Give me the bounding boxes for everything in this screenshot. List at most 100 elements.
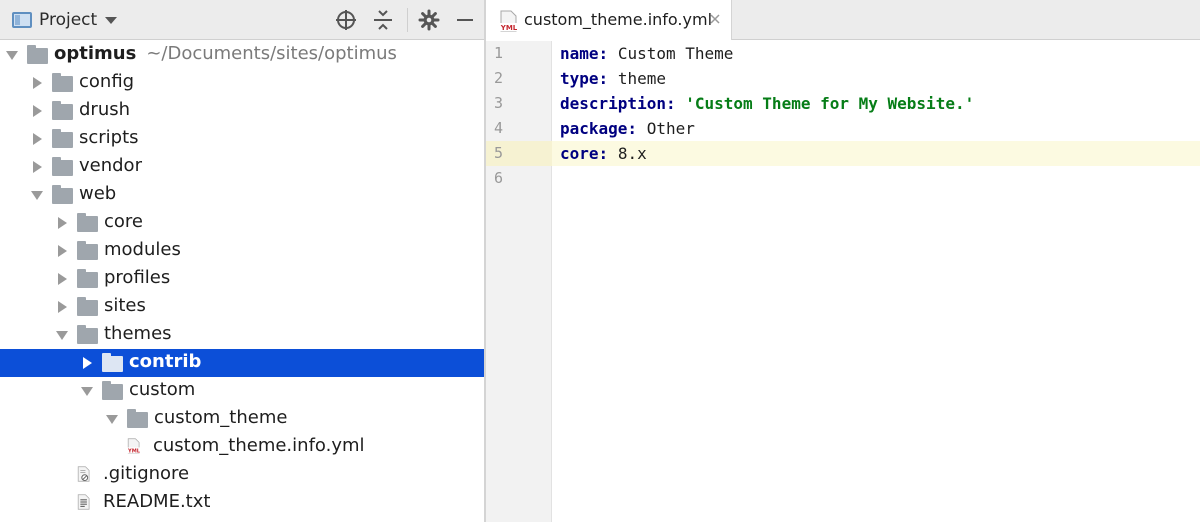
- expand-arrow-right-icon[interactable]: [33, 105, 42, 117]
- close-icon[interactable]: [708, 12, 722, 26]
- tree-item-label: optimus ~/Documents/sites/optimus: [54, 43, 397, 64]
- tree-item-config[interactable]: config: [0, 69, 484, 97]
- expand-arrow-down-icon[interactable]: [81, 387, 93, 396]
- chevron-down-icon: [105, 16, 118, 24]
- ignore-file-icon: [77, 466, 90, 482]
- folder-icon: [52, 129, 73, 148]
- tree-item-name: sites: [104, 295, 146, 316]
- tree-item-contrib[interactable]: contrib: [0, 349, 484, 377]
- code-line[interactable]: core: 8.x: [560, 141, 647, 166]
- folder-icon: [102, 381, 123, 400]
- tree-item-label: scripts: [79, 127, 139, 148]
- tree-item-profiles[interactable]: profiles: [0, 265, 484, 293]
- expand-arrow-right-icon[interactable]: [33, 161, 42, 173]
- expand-arrow-right-icon[interactable]: [58, 217, 67, 229]
- tree-item-name: drush: [79, 99, 131, 120]
- project-path: ~/Documents/sites/optimus: [146, 43, 397, 64]
- tree-item-gitignore[interactable]: .gitignore: [0, 461, 484, 489]
- project-view-selector[interactable]: Project: [12, 9, 118, 31]
- expand-arrow-right-icon[interactable]: [58, 273, 67, 285]
- expand-arrow-right-icon[interactable]: [58, 301, 67, 313]
- expand-arrow-right-icon[interactable]: [33, 77, 42, 89]
- project-panel-title: Project: [39, 10, 98, 30]
- yaml-value: 'Custom Theme for My Website.': [685, 94, 975, 113]
- tree-item-name: modules: [104, 239, 181, 260]
- tree-item-web[interactable]: web: [0, 181, 484, 209]
- tree-item-name: optimus: [54, 43, 137, 64]
- expand-arrow-down-icon[interactable]: [106, 415, 118, 424]
- code-line[interactable]: package: Other: [560, 116, 695, 141]
- tree-item-label: custom_theme: [154, 407, 287, 428]
- line-number: 4: [494, 119, 504, 137]
- folder-icon: [52, 73, 73, 92]
- line-number-gutter: 1 2 3 4 5 6: [486, 41, 552, 522]
- yaml-value: theme: [617, 69, 666, 88]
- line-number: 1: [494, 44, 504, 62]
- tree-item-vendor[interactable]: vendor: [0, 153, 484, 181]
- collapse-all-icon[interactable]: [371, 8, 395, 32]
- tree-item-custom[interactable]: custom: [0, 377, 484, 405]
- project-view-icon: [12, 12, 32, 28]
- tree-item-name: contrib: [129, 351, 202, 372]
- folder-icon: [102, 353, 123, 372]
- toolbar-separator: [407, 8, 408, 32]
- yaml-value: Custom Theme: [617, 44, 734, 63]
- tree-item-label: config: [79, 71, 134, 92]
- tree-item-name: custom: [129, 379, 196, 400]
- folder-icon: [77, 213, 98, 232]
- tree-item-name: README.txt: [103, 491, 211, 512]
- tree-item-name: profiles: [104, 267, 171, 288]
- line-number: 2: [494, 69, 504, 87]
- code-line[interactable]: name: Custom Theme: [560, 41, 733, 66]
- editor-window: YML custom_theme.info.yml 1 2 3 4 5 6 name: C…: [486, 0, 1200, 522]
- minimize-icon[interactable]: [453, 8, 477, 32]
- tree-item-drush[interactable]: drush: [0, 97, 484, 125]
- tree-item-label: .gitignore: [103, 463, 189, 484]
- code-editor[interactable]: name: Custom Theme type: theme description…: [552, 41, 1200, 522]
- yaml-value: Other: [646, 119, 695, 138]
- tree-item-name: config: [79, 71, 135, 92]
- tree-item-label: contrib: [129, 351, 201, 372]
- tree-item-label: core: [104, 211, 143, 232]
- tree-item-modules[interactable]: modules: [0, 237, 484, 265]
- yaml-key: package:: [560, 119, 638, 138]
- expand-arrow-down-icon[interactable]: [6, 51, 18, 60]
- expand-arrow-right-icon[interactable]: [33, 133, 42, 145]
- tree-item-label: sites: [104, 295, 146, 316]
- yaml-value: 8.x: [617, 144, 647, 163]
- tree-item-optimus[interactable]: optimus ~/Documents/sites/optimus: [0, 41, 484, 69]
- svg-text:YML: YML: [127, 449, 141, 455]
- folder-icon: [27, 45, 48, 64]
- yaml-key: type:: [560, 69, 609, 88]
- tree-item-core[interactable]: core: [0, 209, 484, 237]
- tree-item-sites[interactable]: sites: [0, 293, 484, 321]
- tab-custom-theme-info-yml[interactable]: YML custom_theme.info.yml: [486, 0, 732, 40]
- expand-arrow-right-icon[interactable]: [58, 245, 67, 257]
- caret-line-highlight: [552, 141, 1200, 166]
- tree-item-name: custom_theme: [154, 407, 288, 428]
- tree-item-name: custom_theme.info.yml: [153, 435, 365, 456]
- tree-item-readme-txt[interactable]: README.txt: [0, 489, 484, 517]
- folder-icon: [127, 409, 148, 428]
- tree-item-custom-theme-info-yml[interactable]: YML custom_theme.info.yml: [0, 433, 484, 461]
- tree-item-themes[interactable]: themes: [0, 321, 484, 349]
- folder-icon: [77, 269, 98, 288]
- expand-arrow-down-icon[interactable]: [56, 331, 68, 340]
- expand-arrow-down-icon[interactable]: [31, 191, 43, 200]
- code-line[interactable]: description: 'Custom Theme for My Websit…: [560, 91, 974, 116]
- tree-item-label: profiles: [104, 267, 170, 288]
- gear-icon[interactable]: [417, 8, 441, 32]
- project-tool-window: Project optimus ~/Documents/sites/optimu…: [0, 0, 484, 522]
- folder-icon: [52, 157, 73, 176]
- expand-arrow-right-icon[interactable]: [83, 357, 92, 369]
- tree-item-name: core: [104, 211, 143, 232]
- text-file-icon: [77, 494, 90, 510]
- code-line[interactable]: type: theme: [560, 66, 666, 91]
- tree-item-label: README.txt: [103, 491, 210, 512]
- locate-icon[interactable]: [334, 8, 358, 32]
- tree-item-label: drush: [79, 99, 130, 120]
- tree-item-scripts[interactable]: scripts: [0, 125, 484, 153]
- editor-tab-bar: YML custom_theme.info.yml: [486, 0, 1200, 40]
- tree-item-custom-theme[interactable]: custom_theme: [0, 405, 484, 433]
- folder-icon: [77, 241, 98, 260]
